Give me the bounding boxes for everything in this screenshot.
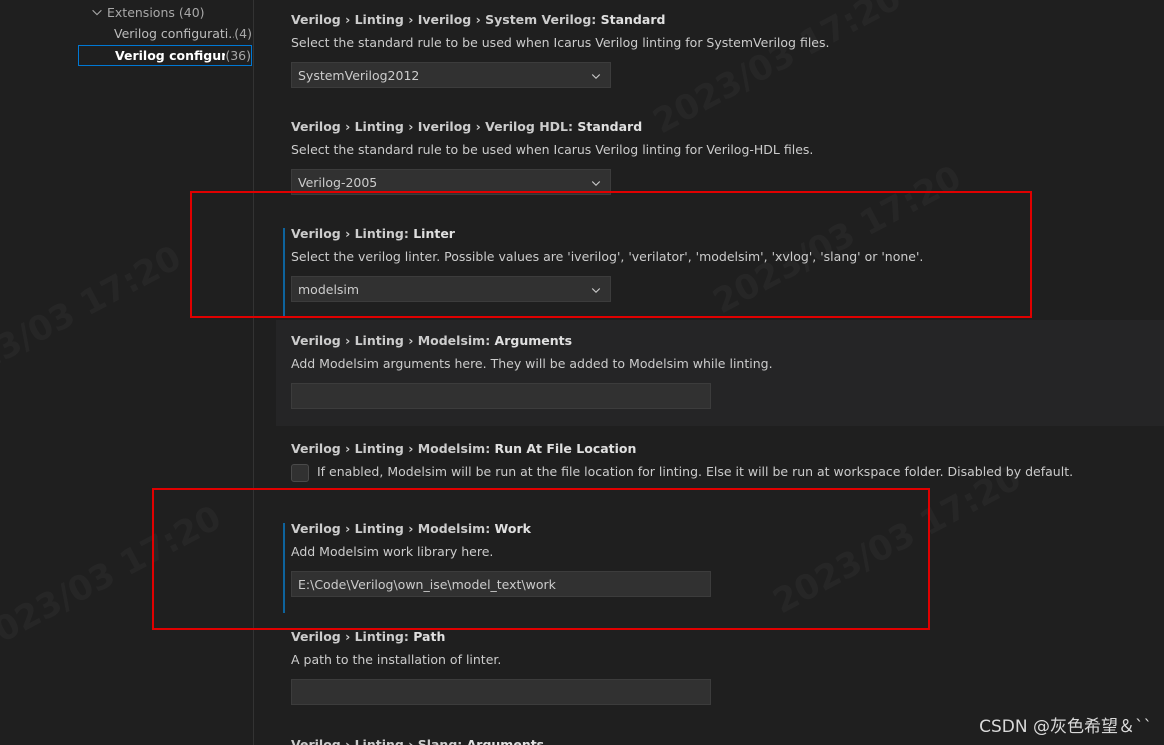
setting-description: If enabled, Modelsim will be run at the … (317, 464, 1074, 479)
setting-modelsim-arguments: Verilog › Linting › Modelsim: Arguments … (254, 321, 1164, 426)
setting-title: Verilog › Linting: Path (291, 629, 445, 644)
setting-title: Verilog › Linting › Modelsim: Arguments (291, 333, 572, 348)
setting-description: Add Modelsim arguments here. They will b… (291, 356, 773, 371)
setting-title: Verilog › Linting › Iverilog › Verilog H… (291, 119, 642, 134)
toc-item-label: Verilog configur... (115, 48, 226, 63)
setting-description: Select the standard rule to be used when… (291, 35, 830, 50)
select-value: Verilog-2005 (298, 174, 378, 190)
setting-key: Arguments (466, 737, 545, 745)
setting-category: Verilog › Linting › Iverilog › Verilog H… (291, 119, 578, 134)
toc-item-verilog-config-1[interactable]: Verilog configurati... (4) (78, 23, 252, 44)
setting-description: A path to the installation of linter. (291, 652, 502, 667)
annotation-box-linter (190, 191, 1032, 318)
setting-category: Verilog › Linting: (291, 629, 414, 644)
settings-editor: 2023/03 17:20 2023/03 17:20 2023/03 17:2… (0, 0, 1164, 745)
setting-key: Standard (577, 119, 643, 134)
setting-title: Verilog › Linting › Modelsim: Run At Fil… (291, 441, 636, 456)
setting-systemverilog-standard: Verilog › Linting › Iverilog › System Ve… (254, 0, 1164, 105)
toc-extensions-count: (40) (178, 4, 205, 20)
setting-category: Verilog › Linting › Slang: (291, 737, 467, 745)
toc-item-label: Verilog configurati... (114, 26, 235, 41)
toc-item-count: (4) (234, 26, 252, 41)
select-value: SystemVerilog2012 (298, 67, 420, 83)
linting-path-input[interactable] (291, 679, 711, 705)
chevron-down-icon (591, 74, 601, 80)
toc-item-count: (36) (225, 48, 251, 63)
toc-extensions-group[interactable]: Extensions (40) (90, 3, 205, 21)
setting-title: Verilog › Linting › Iverilog › System Ve… (291, 12, 665, 27)
settings-toc: Extensions (40) Verilog configurati... (… (0, 0, 254, 745)
setting-key: Run At File Location (494, 441, 637, 456)
setting-category: Verilog › Linting › Iverilog › System Ve… (291, 12, 601, 27)
toc-item-verilog-config-2[interactable]: Verilog configur... (36) (78, 45, 252, 66)
setting-title: Verilog › Linting › Slang: Arguments (291, 737, 544, 745)
toc-extensions-label: Extensions (107, 4, 175, 20)
setting-key: Standard (600, 12, 666, 27)
annotation-box-work (152, 488, 930, 630)
setting-linting-path: Verilog › Linting: Path A path to the in… (254, 617, 1164, 722)
setting-key: Path (413, 629, 446, 644)
modelsim-arguments-input[interactable] (291, 383, 711, 409)
systemverilog-standard-select[interactable]: SystemVerilog2012 (291, 62, 611, 88)
csdn-watermark: CSDN @灰色希望＆`` (979, 717, 1152, 737)
chevron-down-icon (591, 181, 601, 187)
chevron-down-icon (92, 9, 102, 16)
setting-description: Select the standard rule to be used when… (291, 142, 814, 157)
setting-category: Verilog › Linting › Modelsim: (291, 333, 495, 348)
run-at-file-location-checkbox[interactable] (291, 464, 309, 482)
setting-key: Arguments (494, 333, 573, 348)
setting-category: Verilog › Linting › Modelsim: (291, 441, 495, 456)
